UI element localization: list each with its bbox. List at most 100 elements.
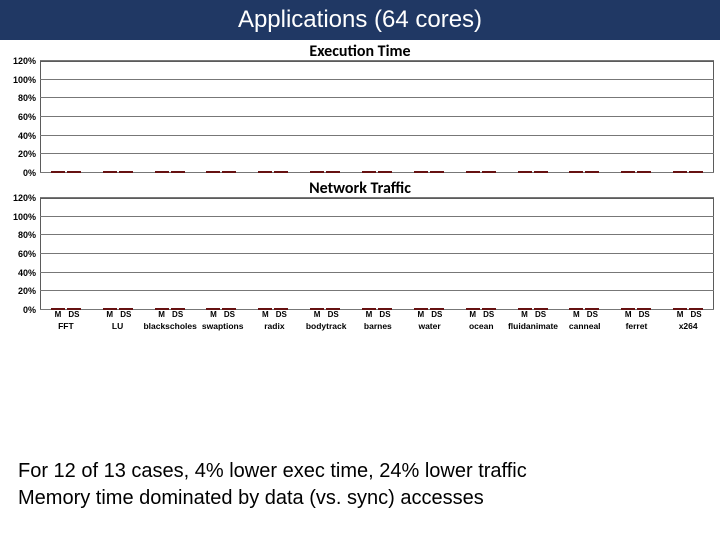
x-label-ds: DS: [171, 310, 185, 319]
bar-group: [610, 171, 662, 173]
app-label: x264: [662, 321, 714, 331]
bar-group: [299, 171, 351, 173]
bar-ds: [67, 171, 81, 173]
bar-group: [455, 171, 507, 173]
bar-m: [310, 308, 324, 310]
bar-m: [569, 171, 583, 173]
app-label: fluidanimate: [507, 321, 559, 331]
bar-ds: [689, 171, 703, 173]
chart-net-traffic: Network Traffic 0%20%40%60%80%100%120% M…: [0, 177, 720, 331]
bullet-1: For 12 of 13 cases, 4% lower exec time, …: [18, 458, 527, 485]
bar-ds: [119, 171, 133, 173]
bar-group: [403, 171, 455, 173]
bar-m: [51, 171, 65, 173]
app-label: LU: [92, 321, 144, 331]
app-label: barnes: [352, 321, 404, 331]
x-label-pair: MDS: [558, 310, 610, 319]
app-label: ocean: [455, 321, 507, 331]
y-tick-label: 100%: [13, 212, 36, 222]
bar-m: [155, 308, 169, 310]
bar-ds: [378, 308, 392, 310]
bar-m: [414, 308, 428, 310]
app-label: water: [404, 321, 456, 331]
bar-m: [206, 171, 220, 173]
x-label-pair: MDS: [455, 310, 507, 319]
y-tick-label: 80%: [18, 230, 36, 240]
x-label-ds: DS: [67, 310, 81, 319]
bar-ds: [326, 171, 340, 173]
y-tick-label: 120%: [13, 56, 36, 66]
bar-ds: [430, 171, 444, 173]
bar-container: [40, 198, 714, 310]
bar-m: [621, 308, 635, 310]
bar-m: [310, 171, 324, 173]
x-label-m: M: [569, 310, 583, 319]
app-label: blackscholes: [143, 321, 196, 331]
bar-m: [466, 171, 480, 173]
bar-ds: [585, 171, 599, 173]
x-label-m: M: [362, 310, 376, 319]
bar-m: [673, 171, 687, 173]
bar-group: [144, 171, 196, 173]
bar-ds: [637, 308, 651, 310]
slide-title: Applications (64 cores): [0, 0, 720, 40]
app-label: ferret: [611, 321, 663, 331]
x-label-pair: MDS: [403, 310, 455, 319]
y-tick-label: 40%: [18, 131, 36, 141]
x-label-m: M: [518, 310, 532, 319]
bar-ds: [482, 171, 496, 173]
y-tick-label: 0%: [23, 168, 36, 178]
bar-group: [507, 308, 559, 310]
bar-group: [610, 308, 662, 310]
x-label-ds: DS: [637, 310, 651, 319]
bar-group: [196, 308, 248, 310]
x-label-pair: MDS: [299, 310, 351, 319]
x-label-ds: DS: [378, 310, 392, 319]
app-label: bodytrack: [300, 321, 352, 331]
x-label-ds: DS: [482, 310, 496, 319]
bar-ds: [274, 171, 288, 173]
x-label-ds: DS: [119, 310, 133, 319]
y-tick-label: 100%: [13, 75, 36, 85]
x-axis-series-labels: MDSMDSMDSMDSMDSMDSMDSMDSMDSMDSMDSMDSMDS: [40, 310, 714, 319]
x-label-pair: MDS: [247, 310, 299, 319]
x-label-m: M: [414, 310, 428, 319]
bar-group: [92, 171, 144, 173]
bar-m: [206, 308, 220, 310]
chart2-plot: 0%20%40%60%80%100%120%: [40, 198, 714, 310]
bar-group: [455, 308, 507, 310]
x-label-ds: DS: [689, 310, 703, 319]
x-label-pair: MDS: [351, 310, 403, 319]
chart2-title: Network Traffic: [6, 179, 714, 198]
bar-m: [51, 308, 65, 310]
y-tick-label: 20%: [18, 149, 36, 159]
bar-group: [351, 308, 403, 310]
bar-ds: [534, 308, 548, 310]
bar-m: [466, 308, 480, 310]
bar-container: [40, 61, 714, 173]
x-label-ds: DS: [430, 310, 444, 319]
x-label-m: M: [621, 310, 635, 319]
bar-group: [40, 308, 92, 310]
bar-ds: [67, 308, 81, 310]
x-label-pair: MDS: [196, 310, 248, 319]
bar-ds: [119, 308, 133, 310]
x-label-m: M: [51, 310, 65, 319]
x-label-ds: DS: [585, 310, 599, 319]
bar-group: [40, 171, 92, 173]
bar-group: [92, 308, 144, 310]
summary-bullets: For 12 of 13 cases, 4% lower exec time, …: [18, 458, 527, 512]
bar-ds: [222, 171, 236, 173]
bar-group: [144, 308, 196, 310]
bar-m: [362, 171, 376, 173]
bar-ds: [585, 308, 599, 310]
x-label-m: M: [103, 310, 117, 319]
bar-group: [351, 171, 403, 173]
x-label-pair: MDS: [40, 310, 92, 319]
bar-m: [103, 171, 117, 173]
chart-exec-time: Execution Time 0%20%40%60%80%100%120%: [0, 40, 720, 173]
bar-m: [258, 171, 272, 173]
x-label-ds: DS: [274, 310, 288, 319]
bar-ds: [689, 308, 703, 310]
app-label: swaptions: [197, 321, 249, 331]
